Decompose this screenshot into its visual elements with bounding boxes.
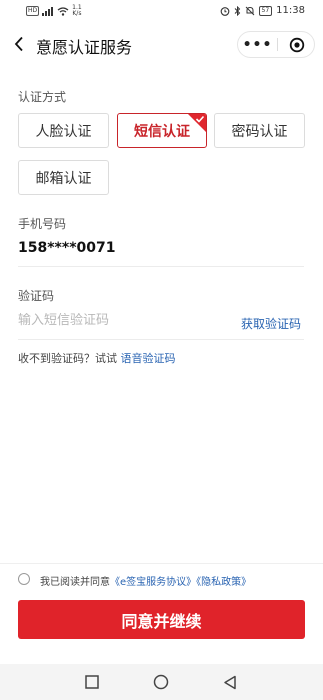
agree-continue-button[interactable]: 同意并继续 [18,600,305,639]
method-face-label: 人脸认证 [35,123,92,140]
hd-icon: HD [26,6,40,16]
no-code-text: 收不到验证码？试试 [18,352,117,365]
method-password-label: 密码认证 [231,123,288,140]
method-sms-label: 短信认证 [134,123,190,140]
signal-icon [42,6,54,16]
divider [18,339,304,340]
check-icon [195,115,205,123]
more-icon[interactable]: ••• [238,32,277,57]
mute-icon [245,6,254,15]
page-title: 意愿认证服务 [36,38,133,57]
battery-icon: 57 [258,5,273,16]
get-code-button[interactable]: 获取验证码 [241,315,301,332]
back-button[interactable] [8,32,30,56]
close-target-icon [289,37,304,52]
code-input[interactable] [18,313,228,328]
divider [18,266,304,267]
method-email-button[interactable]: 邮箱认证 [18,160,109,195]
system-nav-bar [0,664,323,700]
triangle-back-icon [224,675,236,689]
nav-bar: 意愿认证服务 ••• [0,24,323,64]
close-capsule-button[interactable] [278,32,315,57]
method-face-button[interactable]: 人脸认证 [18,113,109,148]
phone-value: 158****0071 [18,240,116,256]
circle-icon [153,674,169,690]
no-code-hint: 收不到验证码？试试 语音验证码 [18,350,176,366]
network-speed: 1.1 K/s [72,5,82,17]
status-bar: HD 1.1 K/s 57 11:38 [0,0,323,24]
method-password-button[interactable]: 密码认证 [214,113,305,148]
phone-label: 手机号码 [18,217,67,231]
square-icon [85,675,99,689]
method-email-label: 邮箱认证 [35,170,92,187]
status-right: 57 11:38 [220,5,305,16]
bluetooth-icon [234,5,240,16]
alarm-icon [220,6,229,16]
auth-method-label: 认证方式 [18,90,67,104]
bottom-divider [0,563,323,564]
mini-program-capsule: ••• [237,31,315,58]
system-back-button[interactable] [219,671,241,693]
wifi-icon [57,6,69,16]
service-agreement-link[interactable]: 《e签宝服务协议》 [110,577,196,588]
status-time: 11:38 [276,5,305,16]
agreement-radio[interactable] [18,573,30,585]
speed-unit: K/s [72,10,82,17]
method-sms-button[interactable]: 短信认证 [117,113,207,148]
home-button[interactable] [150,671,172,693]
status-left: HD 1.1 K/s [26,5,82,17]
agreement-text: 我已阅读并同意《e签宝服务协议》《隐私政策》 [40,573,251,588]
privacy-policy-link[interactable]: 《隐私政策》 [196,577,251,588]
recent-apps-button[interactable] [81,671,103,693]
back-icon [14,36,23,52]
agreement-prefix: 我已阅读并同意 [40,577,110,588]
code-label: 验证码 [18,289,55,303]
voice-code-link[interactable]: 语音验证码 [121,352,176,365]
